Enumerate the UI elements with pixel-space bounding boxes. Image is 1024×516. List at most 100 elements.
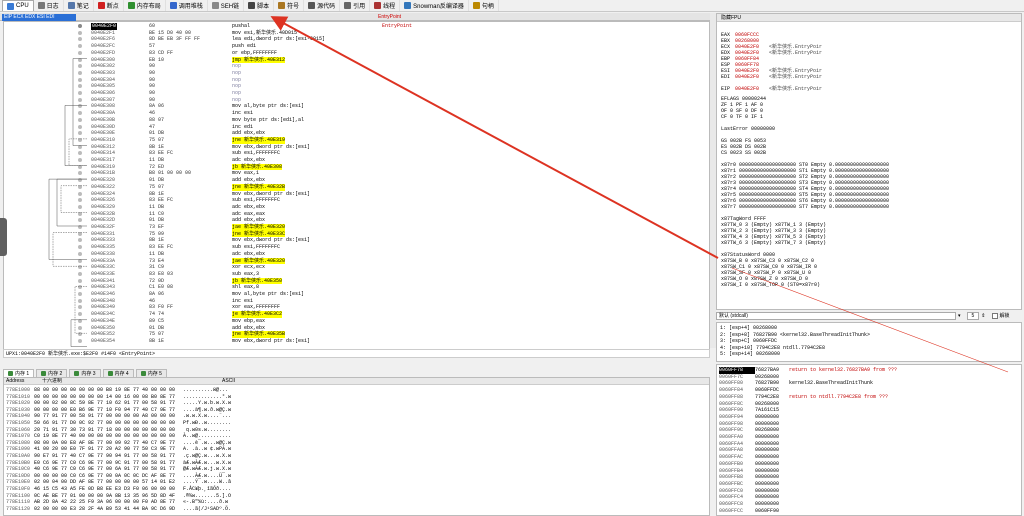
disasm-row[interactable]: 0040E320 01 DB add ebx,ebx — [4, 177, 709, 184]
register-flag-row[interactable]: LastError 00000000 — [721, 126, 775, 132]
stack-row[interactable]: 0060FFBC 00000000 — [719, 481, 789, 488]
disasm-row[interactable]: 0040E341 72 0D jb 新华侠乐.40E350 — [4, 277, 709, 285]
tab-dump-2[interactable]: 内存 2 — [36, 369, 68, 377]
tab-source[interactable]: 源代码 — [304, 0, 341, 11]
disasm-row[interactable]: 0040E338 11 DB adc ebx,ebx — [4, 251, 709, 258]
disasm-row[interactable]: 0040E30D 47 inc edi — [4, 124, 709, 131]
stack-arguments-view[interactable]: 1: [esp+4] 00268000 2: [esp+8] 76827B90 <… — [716, 322, 1022, 362]
tab-dump-5[interactable]: 内存 5 — [135, 369, 167, 377]
dump-row[interactable]: 778E10E0 02 00 04 00 DD AF 8E 77 00 00 00… — [6, 479, 231, 486]
tab-snowman[interactable]: Snowman反编译器 — [400, 0, 469, 11]
disasm-row[interactable]: 0040E33A 73 E4 jae 新华侠乐.40E320 — [4, 257, 709, 265]
stack-arg-row[interactable]: 1: [esp+4] 00268000 — [720, 325, 777, 331]
disasm-row[interactable]: 0040E343 C1 E0 08 shl eax,8 — [4, 284, 709, 291]
disasm-row[interactable]: 0040E317 11 DB adc ebx,ebx — [4, 157, 709, 164]
dump-row[interactable]: 778E1070 C0 19 8E 77 40 00 00 00 00 00 00… — [6, 433, 231, 440]
dump-row[interactable]: 778E1110 AB 2D 8A 42 22 25 F9 3A 06 00 00… — [6, 499, 228, 506]
dump-row[interactable]: 778E10A0 90 E7 91 77 40 C7 9E 77 90 94 91… — [6, 453, 231, 460]
stack-row[interactable]: 0060FFB0 00000000 — [719, 461, 789, 468]
disasm-row[interactable]: 0040E354 8B 1E mov ebx,dword ptr ds:[esi] — [4, 338, 709, 345]
disasm-row[interactable]: 0040E324 8B 1E mov ebx,dword ptr ds:[esi] — [4, 191, 709, 198]
register-flag-row[interactable]: CS 0023 SS 002B — [721, 150, 766, 156]
disasm-row[interactable]: 0040E349 83 F0 FF xor eax,FFFFFFFF — [4, 304, 709, 311]
registers-panel[interactable]: 隐藏FPU EAX 0060FCCC EBX 00268000 ECX 0040E2F0 <… — [716, 13, 1022, 310]
disasm-row[interactable]: 0040E2FD 83 CD FF or ebp,FFFFFFFF — [4, 50, 709, 57]
stack-row[interactable]: 0060FF80 76827B90 kernel32.BaseThreadInitT… — [719, 380, 873, 387]
disasm-row[interactable]: 0040E30E 01 DB add ebx,ebx — [4, 130, 709, 137]
stack-row[interactable]: 0060FFA8 00000000 — [719, 447, 789, 454]
disasm-row[interactable]: 0040E2F0 60 pushal EntryPoint — [4, 23, 709, 30]
disasm-row[interactable]: 0040E314 83 EE FC sub esi,FFFFFFFC — [4, 150, 709, 157]
stack-row[interactable]: 0060FF90 7A161C15 — [719, 407, 789, 414]
disasm-row[interactable]: 0040E346 8A 06 mov al,byte ptr ds:[esi] — [4, 291, 709, 298]
tab-call-stack[interactable]: 调用堆栈 — [166, 0, 208, 11]
disasm-row[interactable]: 0040E34C 74 74 je 新华侠乐.40E3C2 — [4, 311, 709, 318]
stack-row[interactable]: 0060FFAC 00000000 — [719, 454, 789, 461]
stack-row[interactable]: 0060FFA4 00000000 — [719, 441, 789, 448]
arg-count-spinner[interactable]: 5 — [966, 311, 980, 320]
disasm-row[interactable]: 0040E308 8A 06 mov al,byte ptr ds:[esi] — [4, 103, 709, 110]
disasm-row[interactable]: 0040E30A 46 inc esi — [4, 110, 709, 117]
dropdown-arrow-icon[interactable]: ▾ — [958, 313, 961, 319]
tab-dump-4[interactable]: 内存 4 — [102, 369, 134, 377]
disasm-row[interactable]: 0040E305 90 nop — [4, 83, 709, 90]
stack-row[interactable]: 0060FFC8 00000000 — [719, 501, 789, 508]
register-row[interactable]: EIP 0040E2F0 <新华侠乐.EntryPoir — [721, 86, 822, 92]
disasm-row[interactable]: 0040E32F 73 EF jae 新华侠乐.40E320 — [4, 224, 709, 231]
disasm-row[interactable]: 0040E310 75 07 jne 新华侠乐.40E319 — [4, 136, 709, 144]
disasm-row[interactable]: 0040E319 72 ED jb 新华侠乐.40E308 — [4, 163, 709, 171]
stack-row[interactable]: 0060FF88 7794C2E8 return to ntdll.7794C2E8… — [719, 394, 888, 401]
tab-symbols[interactable]: 符号 — [274, 0, 305, 11]
disasm-row[interactable]: 0040E326 83 EE FC sub esi,FFFFFFFC — [4, 197, 709, 204]
tab-seh[interactable]: SEH链 — [208, 0, 245, 11]
stack-row[interactable]: 0060FFCC 0060FF90 — [719, 508, 789, 515]
stack-row[interactable]: 0060FFB8 00000000 — [719, 474, 789, 481]
stack-arg-row[interactable]: 2: [esp+8] 76827B90 <kernel32.BaseThread… — [720, 332, 870, 338]
disasm-row[interactable]: 0040E31B B8 01 00 00 00 mov eax,1 — [4, 170, 709, 177]
stack-row[interactable]: 0060FF8C 00268000 — [719, 401, 789, 408]
tab-references[interactable]: 引用 — [340, 0, 371, 11]
stack-row[interactable]: 0060FFC0 00000000 — [719, 488, 789, 495]
disasm-row[interactable]: 0040E350 01 DB add ebx,ebx — [4, 325, 709, 332]
disasm-row[interactable]: 0040E352 75 07 jne 新华侠乐.40E35B — [4, 331, 709, 338]
tab-dump-3[interactable]: 内存 3 — [69, 369, 101, 377]
tab-notes[interactable]: 笔记 — [64, 0, 94, 11]
tab-cpu[interactable]: CPU — [2, 0, 34, 11]
side-collapse-handle[interactable] — [0, 218, 7, 256]
register-flag-row[interactable]: CF 0 TF 0 IF 1 — [721, 114, 763, 120]
stack-row[interactable]: 0060FFA0 00000000 — [719, 434, 789, 441]
dump-row[interactable]: 778E1090 41 00 20 00 E0 7F 91 77 20 A2 90… — [6, 446, 231, 453]
stack-arg-row[interactable]: 5: [esp+14] 00268000 — [720, 351, 780, 357]
disasm-row[interactable]: 0040E33C 31 C9 xor ecx,ecx — [4, 264, 709, 271]
dump-row[interactable]: 778E10C0 40 C6 9E 77 C0 C6 9E 77 00 6A 91… — [6, 466, 231, 473]
tab-log[interactable]: 日志 — [34, 0, 64, 11]
dump-row[interactable]: 778E1120 02 00 00 00 E3 28 2F 4A B9 53 41… — [6, 506, 231, 513]
disasm-row[interactable]: 0040E322 75 07 jne 新华侠乐.40E32B — [4, 183, 709, 191]
disasm-row[interactable]: 0040E331 75 09 jne 新华侠乐.40E33C — [4, 230, 709, 238]
register-flag-row[interactable]: x87TW_6 3 (Empty) x87TW_7 3 (Empty) — [721, 240, 826, 246]
unlock-checkbox[interactable] — [991, 312, 998, 319]
memory-dump-view[interactable]: Address 十六进制 ASCII 778E1000 88 00 00 00 0… — [3, 377, 710, 516]
disasm-row[interactable]: 0040E303 90 nop — [4, 70, 709, 77]
disasm-row[interactable]: 0040E2FC 57 push edi — [4, 43, 709, 50]
stack-row[interactable]: 0060FF98 00000000 — [719, 421, 789, 428]
stack-arg-row[interactable]: 3: [esp+C] 0060FFDC — [720, 338, 777, 344]
disasm-row[interactable]: 0040E329 11 DB adc ebx,ebx — [4, 204, 709, 211]
disasm-row[interactable]: 0040E300 EB 10 jmp 新华侠乐.40E312 — [4, 56, 709, 64]
disasm-row[interactable]: 0040E2F1 BE 15 D0 40 00 mov esi,新华侠乐.40D01… — [4, 30, 709, 37]
disasm-row[interactable]: 0040E333 8B 1E mov ebx,dword ptr ds:[esi] — [4, 237, 709, 244]
dump-row[interactable]: 778E1040 90 77 91 77 00 58 91 77 00 00 00… — [6, 413, 231, 420]
disasm-row[interactable]: 0040E335 83 EE FC sub esi,FFFFFFFC — [4, 244, 709, 251]
disasm-row[interactable]: 0040E302 90 nop — [4, 63, 709, 70]
disasm-row[interactable]: 0040E34E 89 C5 mov ebp,eax — [4, 318, 709, 325]
register-flag-row[interactable]: x87SW_I 0 x87SW_TOP 0 (ST0=x87r0) — [721, 282, 820, 288]
tab-dump-1[interactable]: 内存 1 — [3, 369, 35, 377]
stack-row[interactable]: 0060FF78 76827BA9 return to kernel32.76827… — [719, 367, 897, 374]
disasm-row[interactable]: 0040E307 90 nop — [4, 97, 709, 104]
spinner-arrow-icon[interactable]: ⇕ — [981, 313, 985, 319]
stack-row[interactable]: 0060FFB4 00000000 — [719, 468, 789, 475]
stack-row[interactable]: 0060FF7C 00268000 — [719, 374, 789, 381]
disasm-row[interactable]: 0040E33E 83 E8 03 sub eax,3 — [4, 271, 709, 278]
tab-script[interactable]: 脚本 — [244, 0, 275, 11]
disasm-row[interactable]: 0040E32D 01 DB add ebx,ebx — [4, 217, 709, 224]
